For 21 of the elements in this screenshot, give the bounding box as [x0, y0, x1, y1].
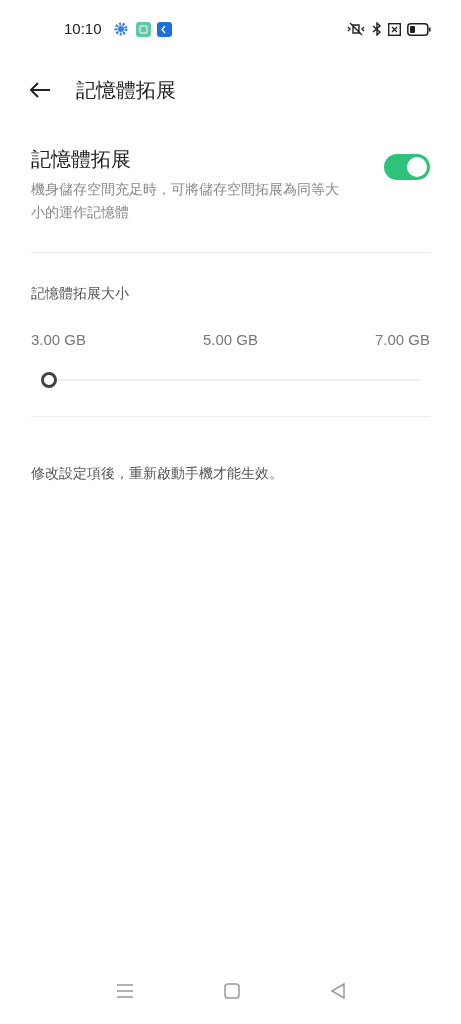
battery-icon: [407, 22, 431, 36]
menu-button[interactable]: [115, 983, 134, 999]
gear-icon: [113, 22, 128, 36]
status-time: 10:10: [64, 18, 102, 39]
size-option: 3.00 GB: [31, 329, 87, 352]
app-icon: [156, 21, 172, 37]
size-option: 5.00 GB: [202, 329, 258, 352]
setting-title: 記憶體拓展: [31, 147, 132, 172]
toggle-switch[interactable]: [384, 154, 430, 180]
vibrate-off-icon: [346, 22, 366, 36]
size-option: 7.00 GB: [374, 329, 430, 352]
bluetooth-icon: [372, 22, 382, 36]
note-text: 修改設定項後，重新啟動手機才能生效。: [31, 464, 283, 481]
back-nav-button[interactable]: [329, 983, 346, 999]
setting-description: 機身儲存空間充足時，可將儲存空間拓展為同等大小的運作記憶體: [31, 180, 340, 222]
section-label: 記憶體拓展大小: [31, 285, 129, 301]
sim-icon: [388, 22, 401, 36]
app-icon: [135, 21, 151, 37]
page-title: 記憶體拓展: [76, 78, 176, 103]
home-button[interactable]: [223, 983, 240, 999]
slider-thumb[interactable]: [41, 371, 57, 388]
